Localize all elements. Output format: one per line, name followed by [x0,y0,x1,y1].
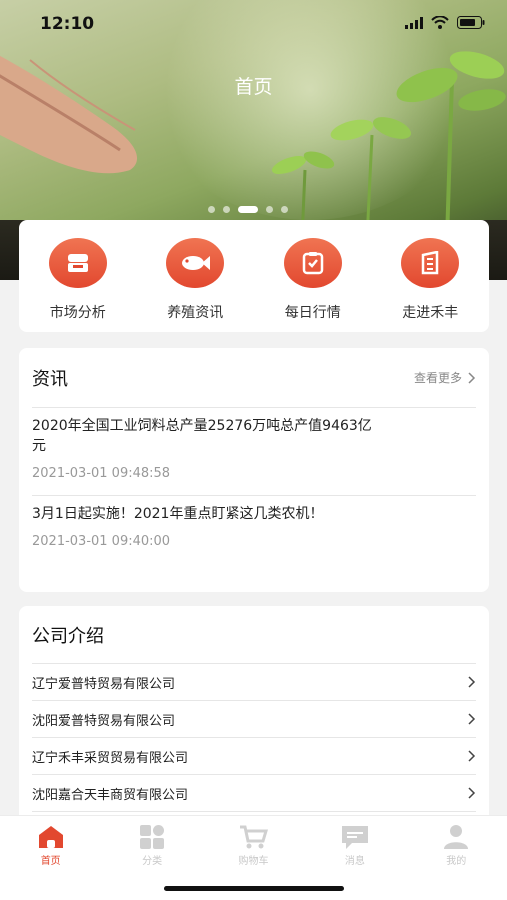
quick-menu-market[interactable]: 市场分析 [28,238,128,332]
news-title: 资讯 [32,368,68,390]
news-item[interactable]: 3月1日起实施！2021年重点盯紧这几类农机！ 2021-03-01 09:40… [32,496,476,549]
profile-icon [444,825,469,849]
news-header: 资讯 查看更多 [32,348,476,408]
chevron-right-icon [468,676,476,688]
tab-message[interactable]: 消息 [320,824,390,867]
company-item[interactable]: 沈阳爱普特贸易有限公司 [32,701,476,738]
quick-menu-farming[interactable]: 养殖资讯 [145,238,245,332]
carousel-indicator[interactable] [208,206,288,213]
quick-menu-label: 市场分析 [49,305,106,321]
chevron-right-icon [468,713,476,725]
company-header: 公司介绍 [32,606,476,664]
company-item[interactable]: 辽宁禾丰采贸贸易有限公司 [32,738,476,775]
news-item[interactable]: 2020年全国工业饲料总产量25276万吨总产值9463亿元 2021-03-0… [32,408,476,496]
page-title: 首页 [234,76,273,98]
company-item-name: 辽宁禾丰采贸贸易有限公司 [32,750,189,766]
battery-icon [457,16,485,29]
tab-label: 首页 [40,856,61,867]
view-more-label: 查看更多 [413,371,462,385]
tab-label: 分类 [142,856,163,867]
quick-menu: 市场分析 养殖资讯 每日行情 走进禾丰 [19,220,489,332]
tab-label: 我的 [446,856,467,867]
news-section: 资讯 查看更多 2020年全国工业饲料总产量25276万吨总产值9463亿元 2… [19,348,489,592]
quick-menu-about[interactable]: 走进禾丰 [380,238,480,332]
company-item[interactable]: 辽宁爱普特贸易有限公司 [32,664,476,701]
carousel-dot[interactable] [223,206,230,213]
cart-icon [240,825,269,849]
carousel-dot-active[interactable] [238,206,258,213]
chevron-right-icon [468,371,476,384]
category-icon [140,825,165,849]
news-item-title: 2020年全国工业饲料总产量25276万吨总产值9463亿元 [32,418,372,454]
company-item[interactable]: 沈阳嘉合天丰商贸有限公司 [32,775,476,812]
tab-profile[interactable]: 我的 [421,824,491,867]
quick-menu-label: 每日行情 [284,305,341,321]
news-item-date: 2021-03-01 09:40:00 [32,534,171,549]
company-item-name: 辽宁爱普特贸易有限公司 [32,676,176,692]
wifi-icon [431,16,449,29]
quick-menu-label: 走进禾丰 [402,305,459,321]
company-title: 公司介绍 [32,625,104,647]
market-icon [48,238,107,288]
carousel-dot[interactable] [281,206,288,213]
tab-cart[interactable]: 购物车 [218,824,288,867]
building-icon [401,238,460,288]
company-section: 公司介绍 辽宁爱普特贸易有限公司 沈阳爱普特贸易有限公司 辽宁禾丰采贸贸易有限公… [19,606,489,826]
message-icon [341,826,368,849]
chevron-right-icon [468,750,476,762]
fish-icon [166,238,225,288]
news-item-title: 3月1日起实施！2021年重点盯紧这几类农机！ [32,506,324,522]
hand-image [0,55,138,174]
carousel-dot[interactable] [266,206,273,213]
news-item-date: 2021-03-01 09:48:58 [32,466,171,481]
chevron-right-icon [468,787,476,799]
carousel-dot[interactable] [208,206,215,213]
checklist-icon [283,238,342,288]
tab-home[interactable]: 首页 [16,824,86,867]
tab-label: 消息 [344,856,365,867]
signal-icon [405,16,423,29]
status-time: 12:10 [40,14,95,34]
company-item-name: 沈阳爱普特贸易有限公司 [32,713,176,729]
view-more-link[interactable]: 查看更多 [414,369,476,386]
tab-category[interactable]: 分类 [117,824,187,867]
tab-label: 购物车 [238,856,269,867]
home-indicator [164,886,344,891]
status-bar: 12:10 [0,0,507,48]
quick-menu-daily[interactable]: 每日行情 [263,238,363,332]
status-icons [405,16,485,29]
quick-menu-label: 养殖资讯 [167,305,224,321]
home-icon [38,826,63,848]
company-item-name: 沈阳嘉合天丰商贸有限公司 [32,787,189,803]
